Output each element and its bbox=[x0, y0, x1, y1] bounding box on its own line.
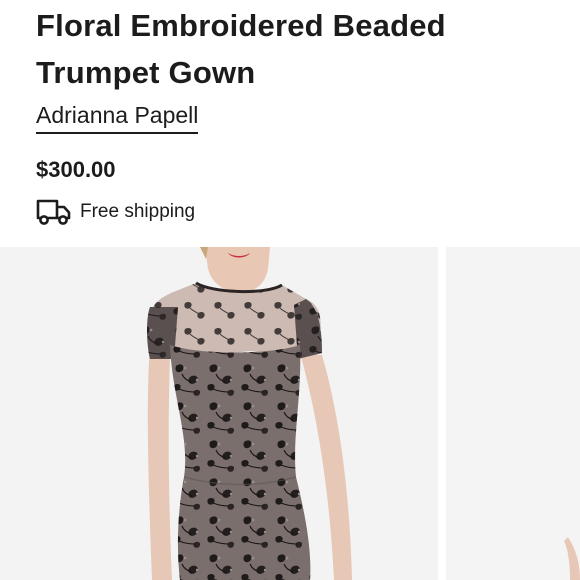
shipping-info: Free shipping bbox=[36, 196, 195, 228]
product-image-gallery bbox=[0, 247, 580, 580]
product-title: Floral Embroidered Beaded Trumpet Gown bbox=[36, 8, 446, 90]
dress-photo-front[interactable] bbox=[0, 247, 438, 580]
dress-photo-next[interactable] bbox=[446, 247, 580, 580]
shipping-label: Free shipping bbox=[80, 201, 196, 222]
product-price: $300.00 bbox=[36, 157, 116, 182]
brand-link[interactable]: Adrianna Papell bbox=[36, 100, 199, 134]
delivery-truck-icon bbox=[36, 198, 72, 226]
product-detail-page: Floral Embroidered Beaded Trumpet Gown A… bbox=[0, 0, 580, 580]
